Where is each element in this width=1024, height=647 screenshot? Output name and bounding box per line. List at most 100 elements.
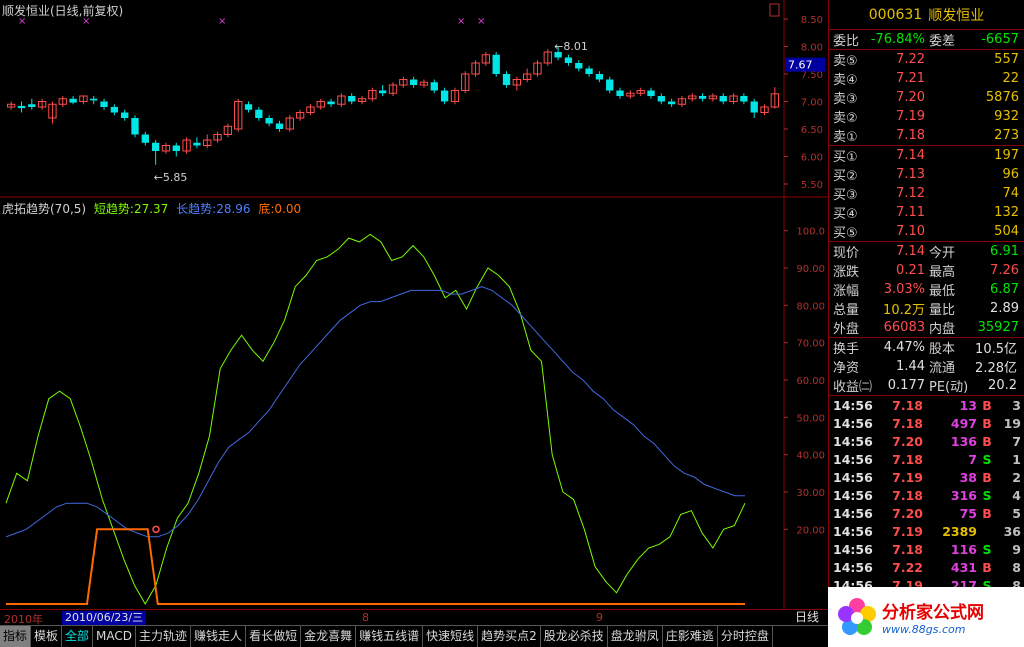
- buys-label: 买③: [833, 188, 858, 203]
- candle-body: [606, 79, 614, 91]
- site-logo: 分析家公式网 www.88gs.com: [828, 587, 1024, 647]
- month-mark-8: 8: [362, 611, 369, 624]
- tab-9[interactable]: 快速短线: [423, 626, 479, 647]
- indicator-tick-label: 50.00: [796, 413, 825, 424]
- price-tick-label: 5.50: [801, 180, 823, 191]
- indicator-title: 虎拓趋势(70,5) 短趋势:27.37 长趋势:28.96 底:0.00: [2, 200, 305, 217]
- tab-5[interactable]: 赚钱走人: [191, 626, 247, 647]
- tick-time: 14:56: [833, 469, 873, 485]
- tick-count: 19: [1003, 415, 1021, 431]
- tab-7[interactable]: 金龙喜舞: [301, 626, 357, 647]
- period-button[interactable]: 日线: [786, 609, 828, 625]
- short-trend-label: 短趋势:27.37: [93, 202, 169, 216]
- stat-label: 外盘: [833, 322, 860, 337]
- tick-list[interactable]: 14:56 7.18 13 B 3 14:56 7.18 497 B 19 14:56 7.20 136…: [829, 396, 1024, 594]
- signal-marker-icon: ×: [218, 16, 226, 27]
- tab-2[interactable]: 全部: [62, 626, 94, 647]
- bottom-signal-marker: [152, 525, 160, 534]
- stock-code: 000631: [868, 6, 923, 23]
- tick-side: B: [982, 505, 992, 521]
- tab-0[interactable]: 指标: [0, 626, 32, 647]
- chart-svg[interactable]: 8.508.007.507.006.506.005.507.67←5.85←8.…: [0, 0, 828, 609]
- wei-cha-label: 委差: [929, 34, 956, 49]
- sells-volume: 22: [1002, 71, 1019, 86]
- candle-body: [141, 134, 149, 143]
- tab-4[interactable]: 主力轨迹: [136, 626, 192, 647]
- stat-value: 7.14: [896, 244, 925, 259]
- low-price-annotation: ←5.85: [154, 171, 188, 184]
- tab-11[interactable]: 股龙必杀技: [541, 626, 608, 647]
- sell-orders: 卖⑤ 7.22 557 卖④ 7.21 22 卖③ 7.20 5876 卖② 7.19 932 卖① 7.…: [829, 50, 1024, 146]
- indicator-tick-label: 60.00: [796, 376, 825, 387]
- tab-10[interactable]: 趋势买点2: [478, 626, 541, 647]
- stat-label: 流通: [929, 361, 956, 376]
- candle-body: [430, 82, 438, 91]
- candle-body: [265, 118, 273, 124]
- selected-date: 2010/06/23/三: [62, 611, 147, 625]
- stat-label: 今开: [929, 246, 956, 261]
- stat-row: 现价 7.14 今开 6.91: [829, 242, 1024, 261]
- wei-bi-value: -76.84%: [870, 32, 925, 47]
- tick-price: 7.22: [892, 559, 923, 575]
- candle-body: [657, 96, 665, 102]
- candle-body: [575, 63, 583, 69]
- buys-price: 7.14: [896, 148, 925, 163]
- stat-label: 总量: [833, 303, 860, 318]
- stat-value: 20.2: [988, 378, 1017, 393]
- candle-body: [740, 96, 748, 102]
- buys-volume: 96: [1002, 167, 1019, 182]
- sells-row: 卖③ 7.20 5876: [829, 88, 1024, 107]
- candle-body: [750, 101, 758, 113]
- tick-side: B: [982, 559, 992, 575]
- close-box-icon: [769, 3, 780, 17]
- stat-label: 股本: [929, 342, 956, 357]
- indicator-tick-label: 30.00: [796, 488, 825, 499]
- candle-body: [193, 142, 201, 146]
- tick-side: S: [982, 451, 992, 467]
- stat-label: 收益㈡: [833, 380, 873, 395]
- tick-time: 14:56: [833, 433, 873, 449]
- tab-3[interactable]: MACD: [93, 626, 137, 647]
- tick-count: 9: [1012, 541, 1021, 557]
- stat-label: 最低: [929, 284, 956, 299]
- buys-label: 买②: [833, 169, 858, 184]
- tick-price: 7.18: [892, 541, 923, 557]
- tab-14[interactable]: 分时控盘: [718, 626, 773, 647]
- price-tick-label: 7.00: [801, 98, 823, 109]
- stat-row: 涨跌 0.21 最高 7.26: [829, 261, 1024, 280]
- indicator-series-1: [5, 286, 745, 538]
- candle-body: [327, 101, 335, 105]
- tick-side: B: [982, 433, 992, 449]
- candle-body: [667, 101, 676, 105]
- candle-body: [440, 90, 449, 102]
- stat-value: 6.87: [990, 282, 1019, 297]
- candle-body: [698, 96, 707, 99]
- chart-area[interactable]: 8.50 8.00 7.50 7.00 6.50 6.00 5.50 7.67 ←5.85 ←8.…: [0, 0, 828, 609]
- tick-time: 14:56: [833, 559, 873, 575]
- sells-label: 卖②: [833, 111, 858, 126]
- candle-body: [585, 68, 593, 74]
- stat-label: 现价: [833, 246, 860, 261]
- month-mark-9: 9: [596, 611, 603, 624]
- sells-label: 卖③: [833, 92, 858, 107]
- stat-label: 涨幅: [833, 284, 860, 299]
- candle-body: [564, 57, 573, 63]
- tick-time: 14:56: [833, 451, 873, 467]
- tick-volume: 316: [950, 487, 977, 503]
- tab-6[interactable]: 看长做短: [246, 626, 302, 647]
- buys-price: 7.13: [896, 167, 925, 182]
- tick-count: 7: [1012, 433, 1021, 449]
- quote-header: 000631 顺发恒业: [829, 0, 1024, 30]
- tab-8[interactable]: 赚钱五线谱: [356, 626, 424, 647]
- tick-volume: 497: [950, 415, 977, 431]
- buys-label: 买①: [833, 150, 858, 165]
- tick-volume: 2389: [942, 523, 977, 539]
- tab-12[interactable]: 盘龙驸凤: [608, 626, 663, 647]
- tab-1[interactable]: 模板: [31, 626, 63, 647]
- stat-value: 2.28亿: [975, 361, 1017, 376]
- tick-time: 14:56: [833, 397, 873, 413]
- tab-13[interactable]: 庄影难逃: [663, 626, 718, 647]
- candle-body: [492, 54, 500, 74]
- bottom-label: 底:0.00: [258, 202, 302, 216]
- price-tick-label: 6.00: [801, 153, 823, 164]
